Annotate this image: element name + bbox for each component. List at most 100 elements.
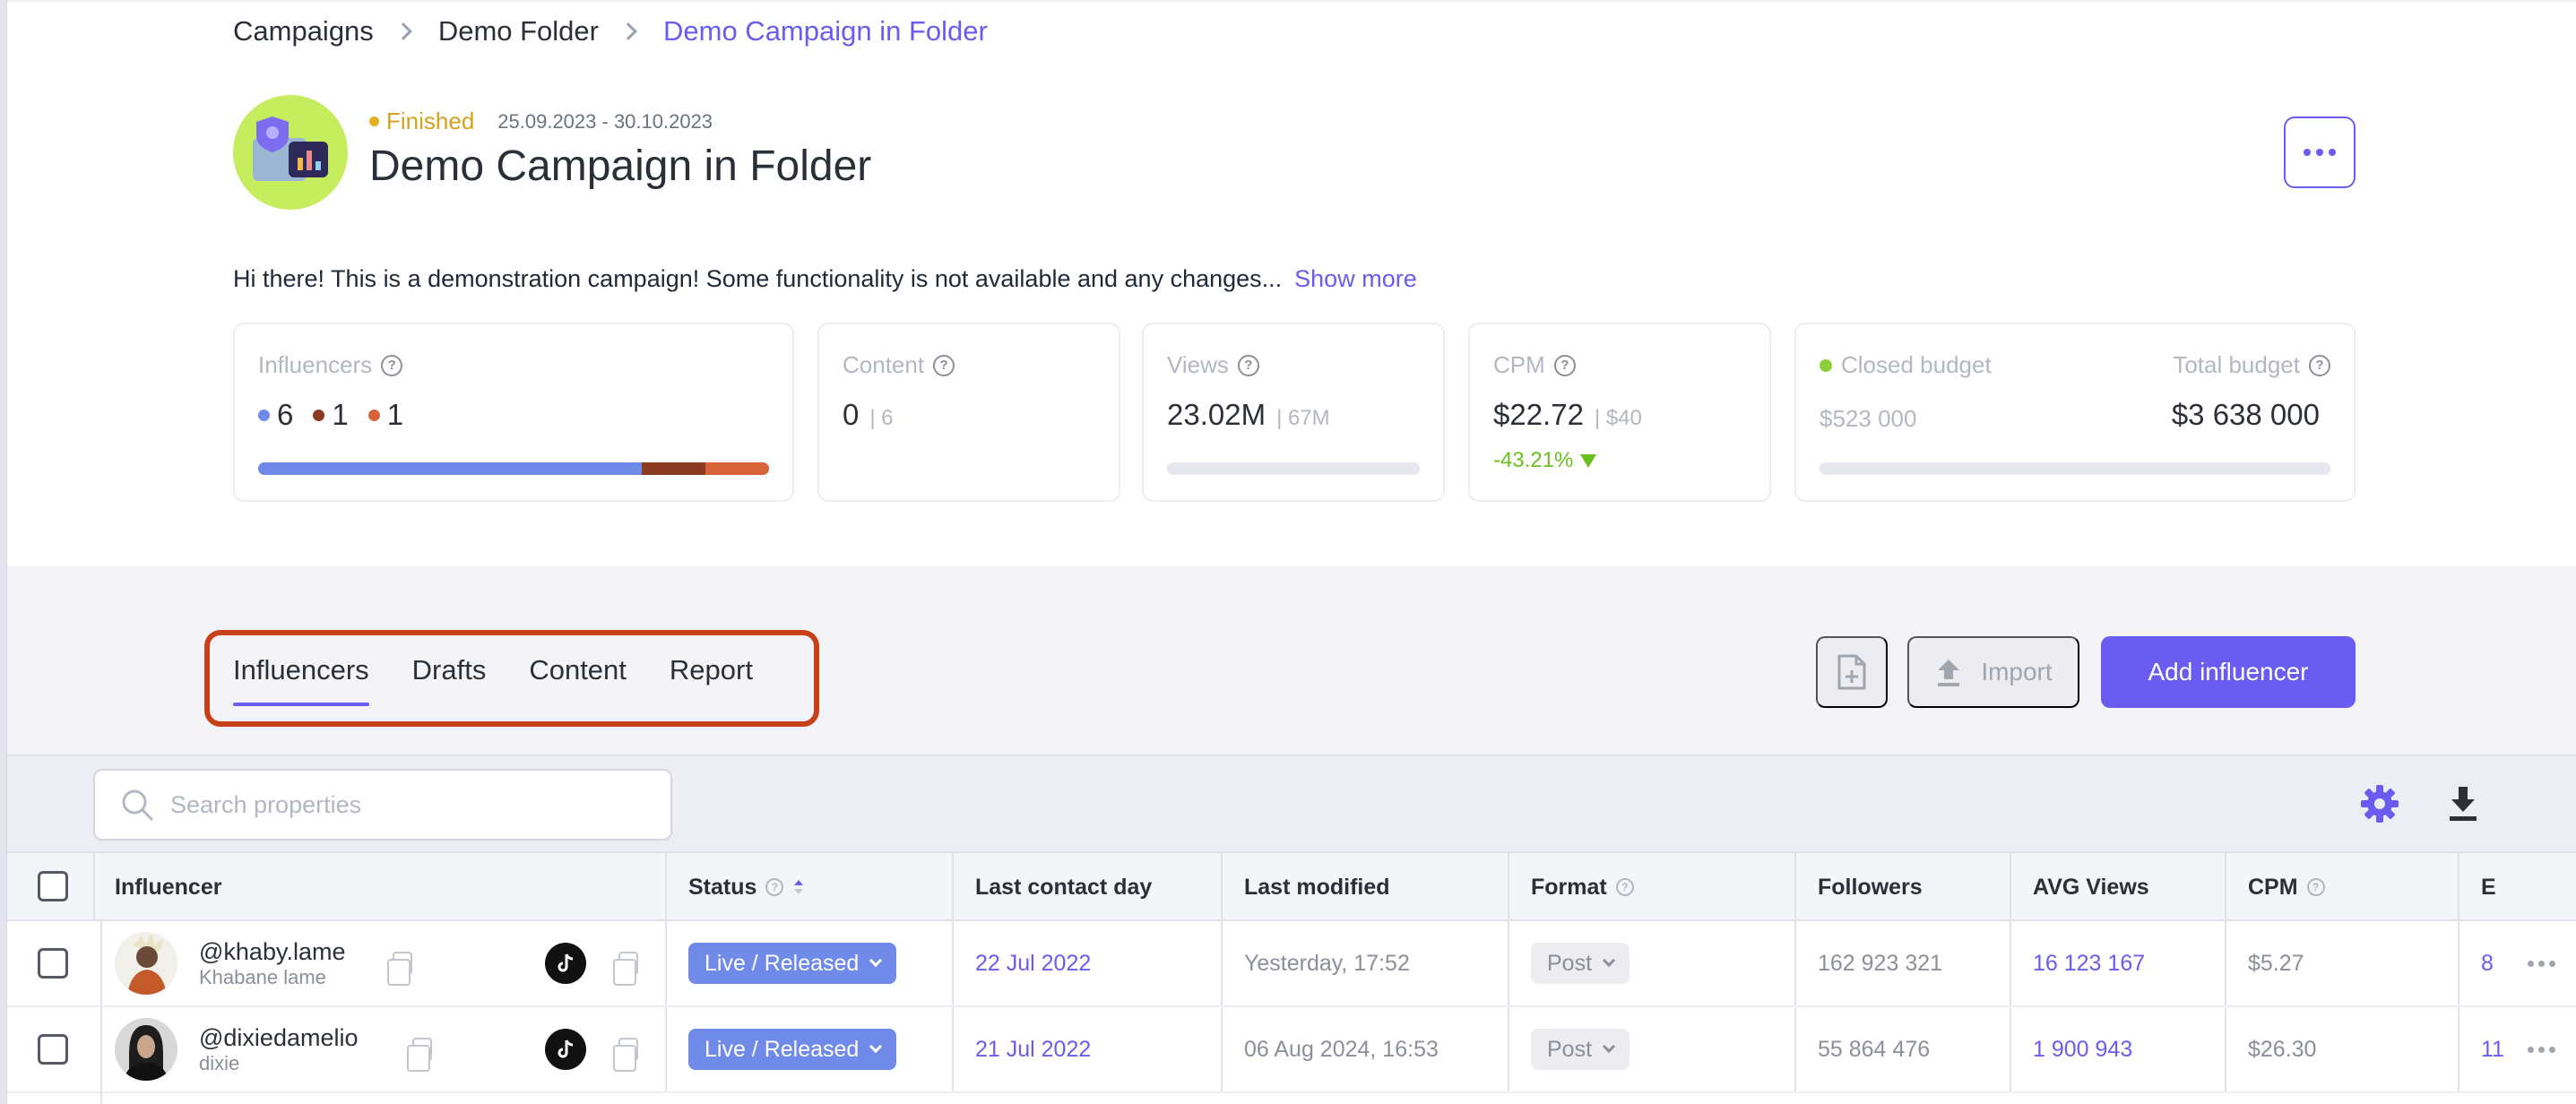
- column-header-cpm[interactable]: CPM ?: [2248, 853, 2325, 921]
- help-icon[interactable]: ?: [765, 878, 784, 896]
- copy-handle-button[interactable]: [407, 1007, 432, 1091]
- column-divider: [2458, 921, 2459, 1005]
- show-more-link[interactable]: Show more: [1294, 265, 1417, 292]
- table-row[interactable]: @dixiedamelio dixie Live / Released 21 J…: [7, 1007, 2576, 1093]
- search-input[interactable]: Search properties: [93, 769, 672, 841]
- column-divider: [1221, 921, 1223, 1005]
- cpm-value-main: $22.72: [1493, 398, 1584, 431]
- column-header-last-contact[interactable]: Last contact day: [975, 853, 1152, 921]
- truncated-cell: 8: [2481, 950, 2494, 976]
- import-button[interactable]: Import: [1907, 636, 2079, 708]
- chevron-right-icon: [393, 22, 412, 40]
- format-dropdown[interactable]: Post: [1531, 943, 1630, 984]
- download-button[interactable]: [2445, 783, 2481, 829]
- more-options-button[interactable]: [2284, 116, 2356, 188]
- row-checkbox[interactable]: [38, 1034, 68, 1065]
- column-divider: [952, 921, 954, 1005]
- column-header-status[interactable]: Status ?: [688, 853, 805, 921]
- select-all-checkbox[interactable]: [38, 871, 68, 901]
- views-card: Views ? 23.02M | 67M: [1142, 323, 1445, 502]
- format-header-text: Format: [1531, 874, 1607, 900]
- views-value-sub: | 67M: [1276, 406, 1330, 430]
- status-dropdown[interactable]: Live / Released: [688, 943, 897, 984]
- help-icon[interactable]: ?: [1237, 354, 1259, 376]
- influencer-handle[interactable]: @dixiedamelio: [199, 1024, 359, 1052]
- avg-views-cell[interactable]: 1 900 943: [2033, 1007, 2132, 1091]
- help-icon[interactable]: ?: [381, 354, 403, 376]
- avg-views-cell[interactable]: 16 123 167: [2033, 921, 2145, 1005]
- status-header-text: Status: [688, 874, 757, 900]
- help-icon[interactable]: ?: [1553, 354, 1576, 376]
- copy-handle-button[interactable]: [387, 921, 412, 1005]
- column-header-followers[interactable]: Followers: [1818, 853, 1923, 921]
- dot-icon: [2316, 149, 2323, 156]
- row-more-button[interactable]: [2528, 961, 2555, 967]
- column-divider: [2225, 853, 2226, 921]
- row-checkbox[interactable]: [38, 948, 68, 979]
- help-icon[interactable]: ?: [2306, 878, 2325, 896]
- content-value-sub: | 6: [869, 406, 894, 430]
- row-more-button[interactable]: [2528, 1047, 2555, 1053]
- chevron-down-icon: [1602, 1039, 1616, 1054]
- closed-budget-label: Closed budget: [1820, 351, 1992, 379]
- status-dropdown-label: Live / Released: [705, 1036, 860, 1062]
- tiktok-link[interactable]: [545, 1007, 586, 1091]
- copy-link-button[interactable]: [613, 1007, 638, 1091]
- dot-icon: [2329, 149, 2336, 156]
- column-divider: [1508, 1007, 1509, 1091]
- new-file-button[interactable]: [1816, 636, 1888, 708]
- column-header-avg-views[interactable]: AVG Views: [2033, 853, 2149, 921]
- table-row[interactable]: @khaby.lame Khabane lame Live / Released…: [7, 921, 2576, 1007]
- format-cell: Post: [1531, 921, 1630, 1005]
- content-card: Content ? 0 | 6: [817, 323, 1120, 502]
- column-divider: [1508, 853, 1509, 921]
- tiktok-link[interactable]: [545, 921, 586, 1005]
- status-dropdown[interactable]: Live / Released: [688, 1029, 897, 1070]
- avatar-image: [115, 932, 177, 995]
- tiktok-glyph: [558, 1039, 574, 1058]
- column-header-influencer[interactable]: Influencer: [115, 853, 221, 921]
- avatar: [115, 1018, 177, 1081]
- cpm-delta: -43.21%: [1493, 448, 1597, 473]
- bar-segment-blue: [258, 462, 642, 475]
- total-budget-value: $3 638 000: [2171, 398, 2320, 431]
- followers-cell: 55 864 476: [1818, 1036, 1931, 1062]
- column-divider: [665, 1007, 667, 1091]
- column-header-format[interactable]: Format ?: [1531, 853, 1634, 921]
- column-divider: [93, 853, 95, 921]
- window-left-edge: [0, 0, 7, 1104]
- sort-icon[interactable]: [792, 878, 805, 896]
- breadcrumb-demo-folder[interactable]: Demo Folder: [438, 15, 599, 47]
- cpm-cell: $5.27: [2248, 950, 2304, 976]
- format-dropdown[interactable]: Post: [1531, 1029, 1630, 1070]
- influencer-handle[interactable]: @khaby.lame: [199, 938, 345, 966]
- views-label: Views ?: [1167, 351, 1259, 379]
- settings-button[interactable]: [2359, 783, 2400, 829]
- column-divider: [1221, 1007, 1223, 1091]
- help-icon[interactable]: ?: [933, 354, 955, 376]
- copy-link-button[interactable]: [613, 921, 638, 1005]
- column-divider: [2010, 853, 2011, 921]
- breadcrumb-campaigns[interactable]: Campaigns: [233, 15, 374, 47]
- count-brown: 1: [313, 398, 349, 432]
- add-influencer-button[interactable]: Add influencer: [2101, 636, 2356, 708]
- cpm-header-text: CPM: [2248, 874, 2298, 900]
- help-icon[interactable]: ?: [1615, 878, 1634, 896]
- cpm-label: CPM ?: [1493, 351, 1576, 379]
- budget-card: Closed budget Total budget ? $523 000 $3…: [1794, 323, 2356, 502]
- cpm-card: CPM ? $22.72 | $40 -43.21%: [1468, 323, 1771, 502]
- last-contact-cell[interactable]: 21 Jul 2022: [975, 1007, 1091, 1091]
- column-divider: [1794, 1007, 1796, 1091]
- campaign-status-row: Finished 25.09.2023 - 30.10.2023: [369, 108, 713, 135]
- last-contact-cell[interactable]: 22 Jul 2022: [975, 921, 1091, 1005]
- chevron-down-icon: [1602, 953, 1616, 968]
- column-header-last-modified[interactable]: Last modified: [1244, 853, 1390, 921]
- column-header-truncated[interactable]: E: [2481, 853, 2496, 921]
- count-orange-value: 1: [386, 398, 404, 431]
- influencers-label-text: Influencers: [258, 351, 373, 378]
- tiktok-glyph: [558, 953, 574, 972]
- help-icon[interactable]: ?: [2309, 354, 2330, 376]
- description-text: Hi there! This is a demonstration campai…: [233, 265, 1283, 292]
- dot-icon: [2549, 1047, 2555, 1053]
- format-cell: Post: [1531, 1007, 1630, 1091]
